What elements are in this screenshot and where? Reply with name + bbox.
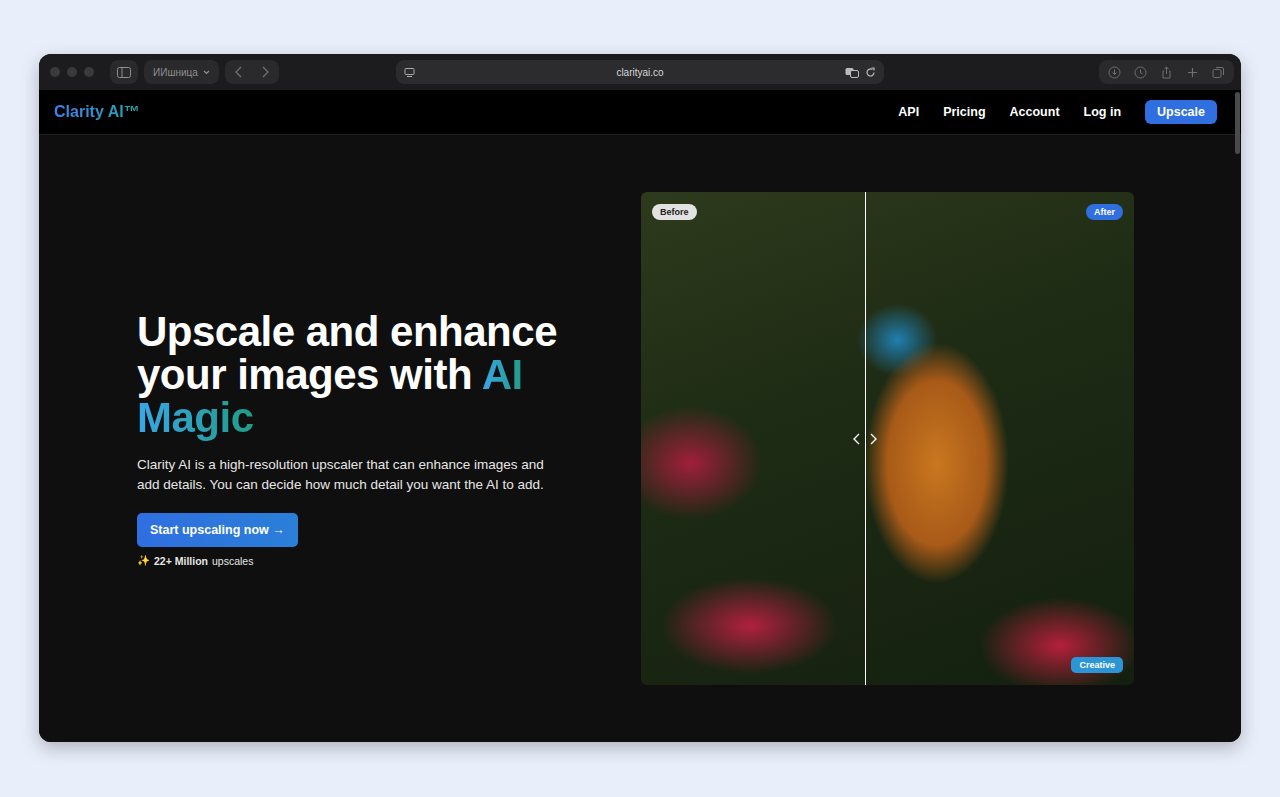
sparkles-icon: ✨ [137, 554, 150, 567]
nav-link[interactable]: Pricing [943, 105, 985, 119]
desktop: ИИшница clarityai.co Clarity AI™ API Pricing… [0, 0, 1280, 797]
new-tab-icon[interactable] [1186, 66, 1199, 79]
slider-handle[interactable] [865, 192, 866, 685]
nav-links: API Pricing Account Log in Upscale [898, 100, 1217, 124]
profile-menu[interactable]: ИИшница [144, 60, 219, 84]
chevron-down-icon [203, 70, 210, 75]
browser-window: ИИшница clarityai.co Clarity AI™ API Pricing… [39, 54, 1241, 742]
hero-section: Upscale and enhance your images with AI … [39, 135, 1241, 742]
upscale-button[interactable]: Upscale [1145, 100, 1217, 124]
page-settings-icon[interactable] [404, 67, 415, 78]
browser-toolbar: ИИшница clarityai.co [39, 54, 1241, 90]
nav-link[interactable]: Account [1010, 105, 1060, 119]
drag-arrows-icon [847, 432, 883, 446]
web-page: Clarity AI™ API Pricing Account Log in Upscal… [39, 90, 1241, 742]
hero-description: Clarity AI is a high-resolution upscaler… [137, 455, 567, 495]
after-badge: After [1086, 204, 1123, 220]
window-controls [50, 67, 94, 77]
toolbar-actions [1099, 60, 1234, 84]
minimize-button[interactable] [67, 67, 77, 77]
history-buttons [225, 60, 279, 84]
nav-link[interactable]: Log in [1084, 105, 1122, 119]
address-bar[interactable]: clarityai.co [396, 60, 884, 84]
tab-overview-icon[interactable] [1212, 66, 1225, 79]
site-header: Clarity AI™ API Pricing Account Log in Upscal… [39, 90, 1241, 135]
history-icon[interactable] [1134, 66, 1147, 79]
scrollbar[interactable] [1235, 92, 1240, 154]
forward-icon[interactable] [252, 62, 278, 82]
comparison-image [641, 192, 1134, 685]
sidebar-icon [117, 67, 131, 78]
share-icon[interactable] [1160, 66, 1173, 79]
download-icon[interactable] [1108, 66, 1121, 79]
before-after-slider[interactable]: Before After Creative [641, 192, 1134, 685]
logo[interactable]: Clarity AI™ [54, 101, 140, 123]
start-upscaling-button[interactable]: Start upscaling now → [137, 513, 298, 547]
before-badge: Before [652, 204, 697, 220]
close-button[interactable] [50, 67, 60, 77]
hero-content: Upscale and enhance your images with AI … [137, 310, 641, 567]
sidebar-button[interactable] [110, 60, 138, 84]
translate-icon[interactable] [845, 67, 859, 78]
mode-badge: Creative [1071, 657, 1123, 673]
nav-link[interactable]: API [898, 105, 919, 119]
upscale-count: ✨22+ Millionupscales [137, 554, 253, 567]
reload-icon[interactable] [865, 67, 876, 78]
back-icon[interactable] [226, 62, 252, 82]
zoom-button[interactable] [84, 67, 94, 77]
hero-title: Upscale and enhance your images with AI … [137, 310, 587, 439]
